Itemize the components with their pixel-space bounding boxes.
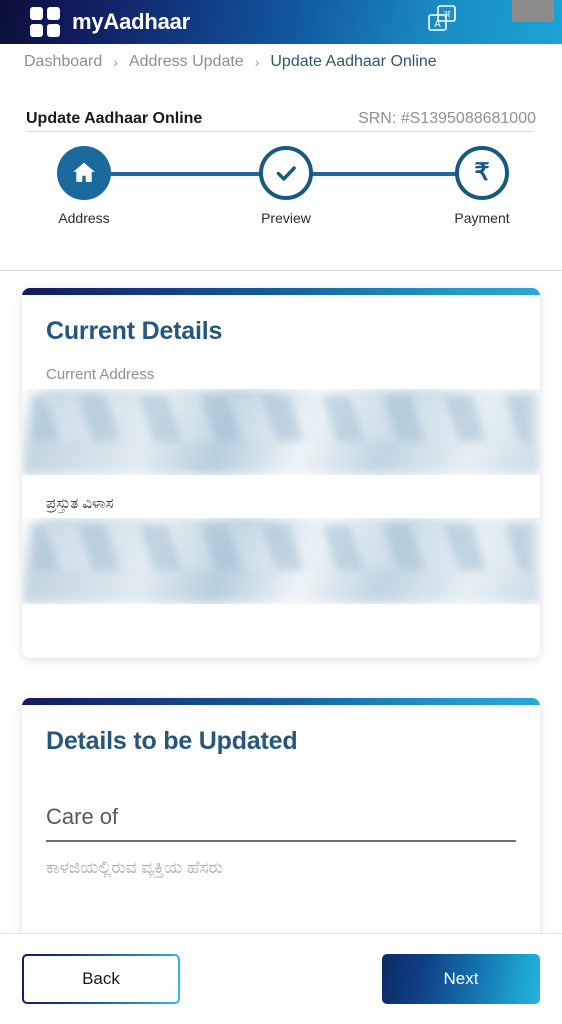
check-icon bbox=[259, 146, 313, 200]
breadcrumb: Dashboard › Address Update › Update Aadh… bbox=[0, 44, 562, 80]
stepper-label-preview: Preview bbox=[261, 210, 311, 226]
care-of-field[interactable]: Care of bbox=[22, 804, 540, 842]
back-button[interactable]: Back bbox=[22, 954, 180, 1004]
current-details-title: Current Details bbox=[46, 317, 223, 345]
grid-squares-logo-icon bbox=[30, 7, 60, 37]
form-content-area[interactable]: Current Details Current Address ಪ್ರಸ್ತುತ… bbox=[0, 271, 562, 958]
details-to-be-updated-card: Details to be Updated Care of ಕಾಳಜಿಯಲ್ಲಿ… bbox=[22, 698, 540, 958]
stepper-label-address: Address bbox=[58, 210, 110, 226]
redacted-current-address-kn bbox=[22, 518, 540, 604]
stepper-step-preview[interactable]: Preview bbox=[226, 146, 346, 226]
next-button[interactable]: Next bbox=[382, 954, 540, 1004]
stepper-step-address[interactable]: Address bbox=[24, 146, 144, 226]
status-overlay-box bbox=[512, 0, 554, 22]
current-address-label-kn: ಪ್ರಸ್ತುತ ವಿಳಾಸ bbox=[46, 495, 114, 512]
current-address-label-en: Current Address bbox=[46, 366, 155, 383]
card-accent-bar bbox=[22, 288, 540, 295]
form-footer: Back Next bbox=[0, 933, 562, 1024]
stepper-label-payment: Payment bbox=[454, 210, 510, 226]
page-title-row: Update Aadhaar Online SRN: #S13950886810… bbox=[0, 104, 562, 134]
breadcrumb-item-address-update[interactable]: Address Update bbox=[129, 53, 244, 71]
breadcrumb-separator: › bbox=[254, 54, 260, 70]
breadcrumb-item-update-aadhaar-online[interactable]: Update Aadhaar Online bbox=[270, 53, 436, 71]
card-accent-bar bbox=[22, 698, 540, 705]
care-of-hint-kannada: ಕಾಳಜಿಯಲ್ಲಿರುವ ವ್ಯಕ್ತಿಯ ಹೆಸರು bbox=[46, 858, 223, 877]
srn-value: SRN: #S1395088681000 bbox=[358, 110, 536, 127]
language-translate-icon[interactable]: अ A bbox=[424, 4, 462, 38]
app-root: myAadhaar अ A Dashboard › Address Update… bbox=[0, 0, 562, 1024]
redacted-current-address-en bbox=[22, 389, 540, 475]
home-icon bbox=[57, 146, 111, 200]
rupee-icon: ₹ bbox=[455, 146, 509, 200]
title-divider bbox=[26, 131, 534, 132]
current-details-card: Current Details Current Address ಪ್ರಸ್ತುತ… bbox=[22, 288, 540, 658]
brand-title: myAadhaar bbox=[72, 9, 191, 34]
details-to-be-updated-title: Details to be Updated bbox=[46, 727, 298, 755]
breadcrumb-item-dashboard[interactable]: Dashboard bbox=[24, 53, 102, 71]
app-header: myAadhaar अ A bbox=[0, 0, 562, 44]
svg-text:A: A bbox=[434, 19, 441, 30]
breadcrumb-separator: › bbox=[113, 54, 118, 70]
stepper-step-payment[interactable]: ₹ Payment bbox=[422, 146, 542, 226]
page-title: Update Aadhaar Online bbox=[26, 110, 203, 127]
care-of-label: Care of bbox=[46, 804, 119, 829]
progress-stepper: Address Preview ₹ Payment bbox=[0, 146, 562, 256]
